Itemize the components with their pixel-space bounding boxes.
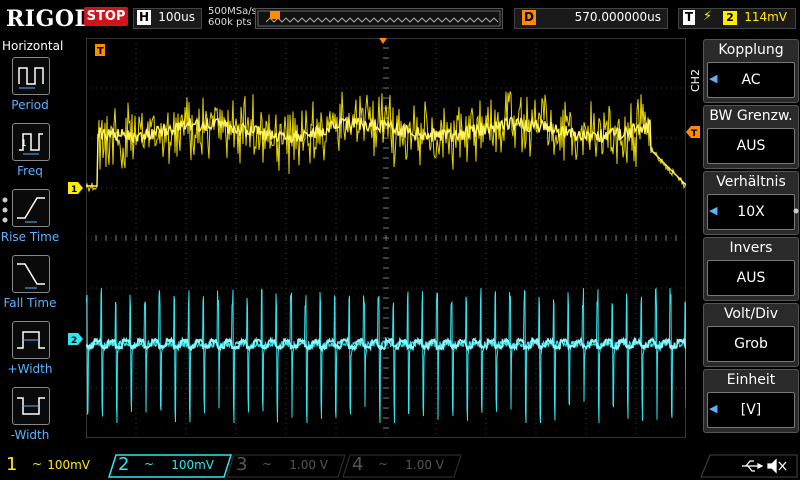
ch4-status-tab[interactable]: 4 ~ 1.00 V <box>346 454 458 477</box>
memory-overview-bar[interactable] <box>255 8 503 29</box>
menu-invert[interactable]: Invers AUS <box>703 237 799 301</box>
memory-overview-graphic <box>257 10 501 27</box>
svg-text:2: 2 <box>71 336 77 345</box>
svg-text:1: 1 <box>21 139 27 149</box>
ch3-coupling-icon: ~ <box>262 457 273 471</box>
ch2-offset-marker[interactable]: 2 <box>68 333 84 345</box>
trigger-box[interactable]: T ⚡ 2 114mV <box>678 8 796 29</box>
menu-probe-ratio[interactable]: Verhältnis 10X ◀ <box>703 171 799 235</box>
acquisition-info: 500MSa/s 600k pts <box>208 6 257 28</box>
pos-width-label: +Width <box>7 362 53 376</box>
svg-text:T: T <box>691 129 698 138</box>
trigger-source-badge: 2 <box>723 11 737 25</box>
right-channel-menu: Kopplung AC ◀ BW Grenzw. AUS Verhältnis … <box>703 37 800 433</box>
period-label: Period <box>11 98 49 112</box>
menu-bw-limit-title: BW Grenzw. <box>709 108 793 124</box>
menu-unit[interactable]: Einheit [V] ◀ <box>703 369 799 433</box>
menu-bw-limit[interactable]: BW Grenzw. AUS <box>703 105 799 169</box>
run-stop-status[interactable]: STOP <box>84 7 128 26</box>
trigger-level-marker[interactable]: T <box>686 126 700 138</box>
pos-width-button[interactable] <box>12 321 50 359</box>
chevron-left-icon: ◀ <box>709 204 718 217</box>
waveform-display[interactable]: T <box>86 38 686 438</box>
menu-bw-limit-value: AUS <box>707 128 795 164</box>
timebase-box[interactable]: H 100us <box>133 8 202 29</box>
chevron-left-icon: ◀ <box>709 402 718 415</box>
ch4-scale: 1.00 V <box>405 458 444 472</box>
freq-label: Freq <box>17 164 43 178</box>
menu-unit-title: Einheit <box>726 372 776 388</box>
timebase-label: H <box>137 10 151 25</box>
menu-coupling-title: Kopplung <box>718 42 784 58</box>
ch2-scale: 100mV <box>171 458 214 472</box>
delay-box[interactable]: D 570.000000us <box>514 8 668 29</box>
timebase-value: 100us <box>158 10 195 24</box>
delay-label: D <box>522 10 536 25</box>
ch1-number: 1 <box>6 454 18 475</box>
fall-time-label: Fall Time <box>3 296 57 310</box>
ch3-number: 3 <box>236 454 248 475</box>
sample-rate: 500MSa/s <box>208 6 257 17</box>
ch3-status-tab[interactable]: 3 ~ 1.00 V <box>230 454 342 477</box>
menu-probe-ratio-title: Verhältnis <box>716 174 786 190</box>
brand-logo: RIGOL <box>6 6 91 32</box>
menu-invert-title: Invers <box>729 240 773 256</box>
neg-width-button[interactable] <box>12 387 50 425</box>
period-button[interactable] <box>12 57 50 95</box>
menu-coupling[interactable]: Kopplung AC ◀ <box>703 39 799 103</box>
ch1-offset-marker[interactable]: 1 <box>68 182 84 194</box>
channel-status-bar: 1 ~ 100mV 2 ~ 100mV 3 ~ 1.00 V 4 ~ 1.00 … <box>0 452 800 480</box>
menu-volt-div[interactable]: Volt/Div Grob <box>703 303 799 367</box>
left-page-indicator[interactable] <box>0 195 10 225</box>
ch2-number: 2 <box>118 454 130 475</box>
ch4-number: 4 <box>352 454 364 475</box>
menu-invert-value: AUS <box>707 260 795 296</box>
ch1-coupling-icon: ~ <box>32 457 43 471</box>
ch3-scale: 1.00 V <box>289 458 328 472</box>
ch1-scale: 100mV <box>47 458 90 472</box>
trigger-level: 114mV <box>744 10 787 24</box>
rise-time-button[interactable] <box>12 189 50 227</box>
ch4-coupling-icon: ~ <box>378 457 389 471</box>
chevron-left-icon: ◀ <box>709 72 718 85</box>
trigger-label: T <box>683 10 695 25</box>
menu-channel-label: CH2 <box>689 69 702 92</box>
rising-edge-icon: ⚡ <box>703 9 713 24</box>
freq-icon: 1 <box>19 133 43 155</box>
rise-time-label: Rise Time <box>0 230 60 244</box>
fall-time-button[interactable] <box>12 255 50 293</box>
svg-text:1: 1 <box>71 185 77 194</box>
memory-depth: 600k pts <box>208 17 252 28</box>
freq-button[interactable]: 1 <box>12 123 50 161</box>
delay-value: 570.000000us <box>574 10 661 24</box>
menu-volt-div-title: Volt/Div <box>723 306 779 322</box>
fall-time-icon <box>17 263 45 289</box>
menu-volt-div-value: Grob <box>707 326 795 362</box>
menu-coupling-value: AC <box>707 62 795 98</box>
trigger-t-text: T <box>97 46 104 57</box>
neg-width-label: -Width <box>10 428 50 442</box>
ch2-status-tab[interactable]: 2 ~ 100mV <box>112 454 228 477</box>
right-page-indicator[interactable] <box>792 206 800 216</box>
ch2-coupling-icon: ~ <box>144 457 155 471</box>
ch1-status-tab[interactable]: 1 ~ 100mV <box>0 454 104 477</box>
top-status-bar: RIGOL STOP H 100us 500MSa/s 600k pts D 5… <box>0 0 800 36</box>
period-icon <box>18 67 44 89</box>
memory-trigger-marker <box>270 11 280 19</box>
rise-time-icon <box>17 197 45 223</box>
left-menu-title: Horizontal <box>2 39 64 53</box>
neg-width-icon <box>17 397 45 415</box>
menu-probe-ratio-value: 10X <box>707 194 795 230</box>
menu-unit-value: [V] <box>707 392 795 428</box>
system-tray <box>700 454 798 478</box>
pos-width-icon <box>17 331 45 349</box>
left-measure-menu: Horizontal Period 1 Freq Rise Time Fall … <box>0 37 64 447</box>
